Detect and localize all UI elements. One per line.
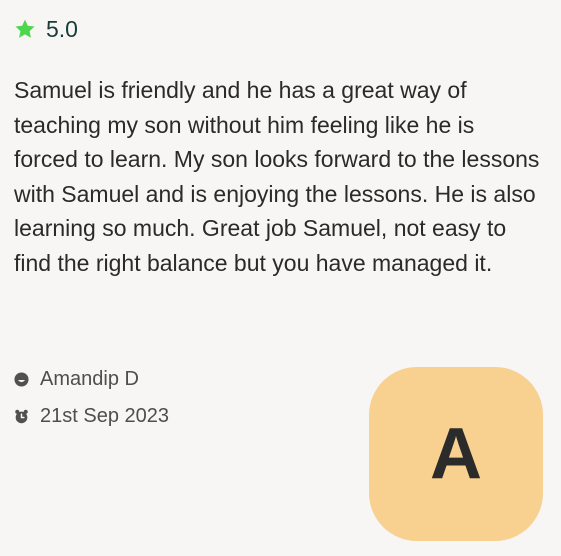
star-icon — [15, 19, 35, 38]
date-row: 21st Sep 2023 — [14, 405, 169, 428]
smiley-icon — [14, 372, 29, 387]
review-date: 21st Sep 2023 — [40, 405, 169, 427]
reviewer-name: Amandip D — [40, 368, 139, 390]
rating-value: 5.0 — [46, 16, 78, 42]
rating: 5.0 — [14, 16, 78, 42]
review-card: 5.0 Samuel is friendly and he has a grea… — [0, 0, 561, 556]
alarm-clock-icon — [15, 409, 28, 424]
reviewer-row: Amandip D — [14, 368, 139, 391]
review-text: Samuel is friendly and he has a great wa… — [14, 77, 540, 276]
avatar: A — [369, 367, 543, 541]
avatar-initial: A — [430, 414, 482, 494]
